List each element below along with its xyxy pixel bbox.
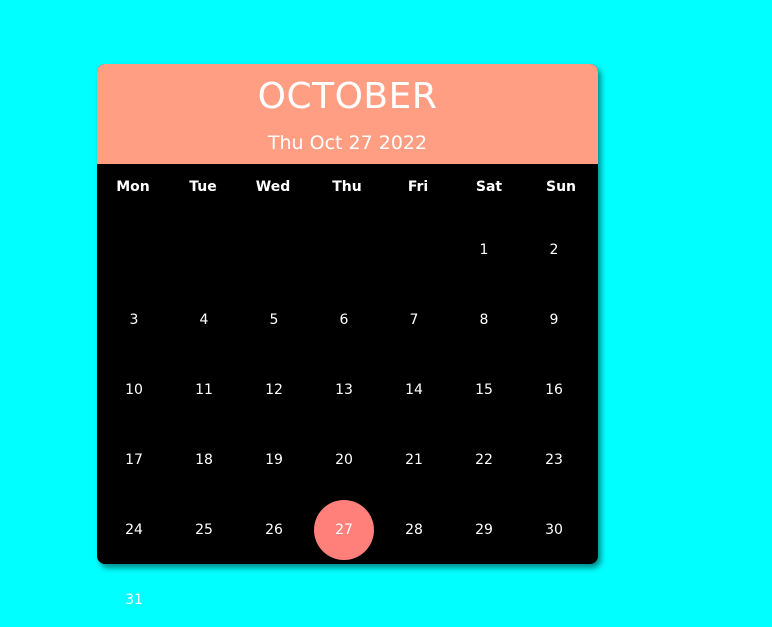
- weekday-fri: Fri: [407, 179, 429, 195]
- day-cell[interactable]: 22: [449, 450, 519, 470]
- day-cell[interactable]: 5: [239, 310, 309, 330]
- day-cell[interactable]: 6: [309, 310, 379, 330]
- calendar-header: OCTOBER Thu Oct 27 2022: [97, 64, 598, 164]
- day-cell[interactable]: 1: [449, 240, 519, 260]
- month-title: OCTOBER: [257, 76, 438, 117]
- day-cell-overflow[interactable]: 31: [99, 590, 169, 610]
- weekday-tue: Tue: [189, 179, 217, 195]
- day-cell[interactable]: 17: [99, 450, 169, 470]
- day-cell[interactable]: 28: [379, 520, 449, 540]
- day-cell[interactable]: 13: [309, 380, 379, 400]
- day-cell[interactable]: 4: [169, 310, 239, 330]
- day-cell[interactable]: 3: [99, 310, 169, 330]
- day-cell[interactable]: 30: [519, 520, 589, 540]
- day-cell-selected[interactable]: 27: [309, 520, 379, 540]
- day-cell[interactable]: 18: [169, 450, 239, 470]
- day-cell[interactable]: 20: [309, 450, 379, 470]
- weekday-wed: Wed: [255, 179, 291, 195]
- calendar-widget: OCTOBER Thu Oct 27 2022 Mon Tue Wed Thu …: [97, 64, 598, 564]
- day-cell[interactable]: 14: [379, 380, 449, 400]
- day-cell[interactable]: 7: [379, 310, 449, 330]
- day-cell[interactable]: 24: [99, 520, 169, 540]
- weekday-sun: Sun: [545, 179, 577, 195]
- day-cell[interactable]: 16: [519, 380, 589, 400]
- day-cell[interactable]: 19: [239, 450, 309, 470]
- day-cell[interactable]: 2: [519, 240, 589, 260]
- day-cell[interactable]: 12: [239, 380, 309, 400]
- day-cell[interactable]: 11: [169, 380, 239, 400]
- day-cell[interactable]: 21: [379, 450, 449, 470]
- weekday-mon: Mon: [116, 179, 150, 195]
- day-cell[interactable]: 9: [519, 310, 589, 330]
- selected-date-text: Thu Oct 27 2022: [267, 132, 428, 154]
- weekday-thu: Thu: [332, 179, 362, 195]
- day-cell[interactable]: 26: [239, 520, 309, 540]
- day-cell[interactable]: 15: [449, 380, 519, 400]
- day-cell[interactable]: 8: [449, 310, 519, 330]
- day-cell[interactable]: 10: [99, 380, 169, 400]
- weekday-sat: Sat: [475, 179, 503, 195]
- day-cell[interactable]: 25: [169, 520, 239, 540]
- day-cell[interactable]: 23: [519, 450, 589, 470]
- day-cell[interactable]: 29: [449, 520, 519, 540]
